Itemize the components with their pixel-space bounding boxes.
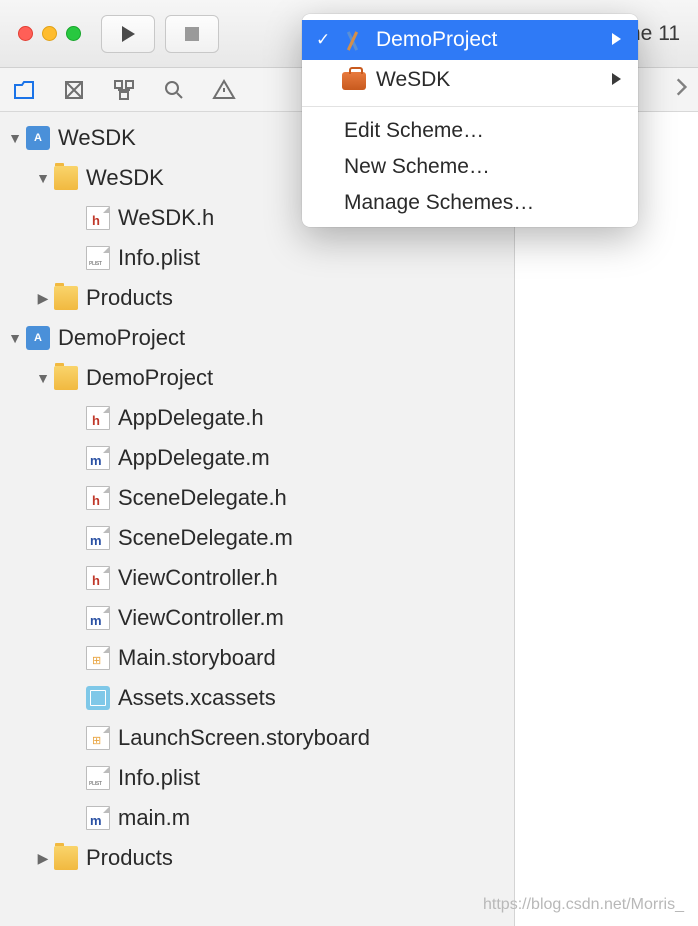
- folder-name: Products: [86, 845, 173, 871]
- close-window-button[interactable]: [18, 26, 33, 41]
- file-row[interactable]: AppDelegate.m: [0, 438, 514, 478]
- source-control-navigator-tab[interactable]: [60, 76, 88, 104]
- file-name: AppDelegate.h: [118, 405, 264, 431]
- manage-schemes-menu-item[interactable]: Manage Schemes…: [302, 185, 638, 221]
- minimize-window-button[interactable]: [42, 26, 57, 41]
- issue-navigator-tab[interactable]: [210, 76, 238, 104]
- header-file-icon: [86, 486, 110, 510]
- header-file-icon: [86, 206, 110, 230]
- menu-separator: [302, 106, 638, 107]
- folder-row[interactable]: ▶ Products: [0, 838, 514, 878]
- plist-file-icon: [86, 246, 110, 270]
- submenu-arrow-icon: [610, 72, 622, 89]
- file-row[interactable]: SceneDelegate.h: [0, 478, 514, 518]
- folder-icon: [54, 366, 78, 390]
- file-name: Info.plist: [118, 245, 200, 271]
- file-row[interactable]: main.m: [0, 798, 514, 838]
- file-row[interactable]: Main.storyboard: [0, 638, 514, 678]
- run-button[interactable]: [101, 15, 155, 53]
- header-file-icon: [86, 566, 110, 590]
- folder-row[interactable]: ▶ Products: [0, 278, 514, 318]
- zoom-window-button[interactable]: [66, 26, 81, 41]
- file-row[interactable]: LaunchScreen.storyboard: [0, 718, 514, 758]
- impl-file-icon: [86, 526, 110, 550]
- folder-name: DemoProject: [86, 365, 213, 391]
- more-tabs-chevron-icon[interactable]: [674, 74, 688, 105]
- impl-file-icon: [86, 606, 110, 630]
- storyboard-file-icon: [86, 726, 110, 750]
- folder-name: Products: [86, 285, 173, 311]
- disclosure-triangle-icon[interactable]: ▼: [8, 130, 22, 146]
- file-row[interactable]: Assets.xcassets: [0, 678, 514, 718]
- plist-file-icon: [86, 766, 110, 790]
- app-scheme-icon: [342, 30, 366, 50]
- scheme-label: DemoProject: [376, 28, 497, 52]
- scheme-menu: ✓ DemoProject WeSDK Edit Scheme… New Sch…: [302, 14, 638, 227]
- project-icon: [26, 326, 50, 350]
- project-navigator: ▼ WeSDK ▼ WeSDK WeSDK.h Info.plist ▶ Pro…: [0, 112, 515, 926]
- folder-icon: [54, 166, 78, 190]
- storyboard-file-icon: [86, 646, 110, 670]
- watermark: https://blog.csdn.net/Morris_: [483, 896, 684, 914]
- disclosure-triangle-icon[interactable]: ▼: [36, 370, 50, 386]
- file-name: ViewController.h: [118, 565, 278, 591]
- project-name: DemoProject: [58, 325, 185, 351]
- project-navigator-tab[interactable]: [10, 76, 38, 104]
- folder-name: WeSDK: [86, 165, 164, 191]
- project-row[interactable]: ▼ DemoProject: [0, 318, 514, 358]
- file-name: Assets.xcassets: [118, 685, 276, 711]
- file-name: SceneDelegate.h: [118, 485, 287, 511]
- file-row[interactable]: SceneDelegate.m: [0, 518, 514, 558]
- file-name: Info.plist: [118, 765, 200, 791]
- symbol-navigator-tab[interactable]: [110, 76, 138, 104]
- file-name: AppDelegate.m: [118, 445, 270, 471]
- file-name: WeSDK.h: [118, 205, 214, 231]
- file-name: main.m: [118, 805, 190, 831]
- project-name: WeSDK: [58, 125, 136, 151]
- disclosure-triangle-icon[interactable]: ▶: [36, 850, 50, 867]
- edit-scheme-menu-item[interactable]: Edit Scheme…: [302, 113, 638, 149]
- file-row[interactable]: ViewController.m: [0, 598, 514, 638]
- find-navigator-tab[interactable]: [160, 76, 188, 104]
- play-icon: [122, 26, 135, 42]
- scheme-label: WeSDK: [376, 68, 450, 92]
- project-icon: [26, 126, 50, 150]
- scheme-menu-item-wesdk[interactable]: WeSDK: [302, 60, 638, 100]
- stop-icon: [185, 27, 199, 41]
- framework-scheme-icon: [342, 70, 366, 90]
- new-scheme-menu-item[interactable]: New Scheme…: [302, 149, 638, 185]
- window-controls: [18, 26, 81, 41]
- header-file-icon: [86, 406, 110, 430]
- folder-icon: [54, 846, 78, 870]
- impl-file-icon: [86, 446, 110, 470]
- impl-file-icon: [86, 806, 110, 830]
- file-name: SceneDelegate.m: [118, 525, 293, 551]
- checkmark-icon: ✓: [316, 30, 332, 50]
- folder-icon: [54, 286, 78, 310]
- file-name: LaunchScreen.storyboard: [118, 725, 370, 751]
- file-row[interactable]: ViewController.h: [0, 558, 514, 598]
- disclosure-triangle-icon[interactable]: ▼: [8, 330, 22, 346]
- file-name: ViewController.m: [118, 605, 284, 631]
- disclosure-triangle-icon[interactable]: ▼: [36, 170, 50, 186]
- assets-catalog-icon: [86, 686, 110, 710]
- file-row[interactable]: AppDelegate.h: [0, 398, 514, 438]
- file-row[interactable]: Info.plist: [0, 238, 514, 278]
- file-name: Main.storyboard: [118, 645, 276, 671]
- disclosure-triangle-icon[interactable]: ▶: [36, 290, 50, 307]
- submenu-arrow-icon: [610, 32, 622, 49]
- scheme-menu-item-demoproject[interactable]: ✓ DemoProject: [302, 20, 638, 60]
- folder-row[interactable]: ▼ DemoProject: [0, 358, 514, 398]
- file-row[interactable]: Info.plist: [0, 758, 514, 798]
- stop-button[interactable]: [165, 15, 219, 53]
